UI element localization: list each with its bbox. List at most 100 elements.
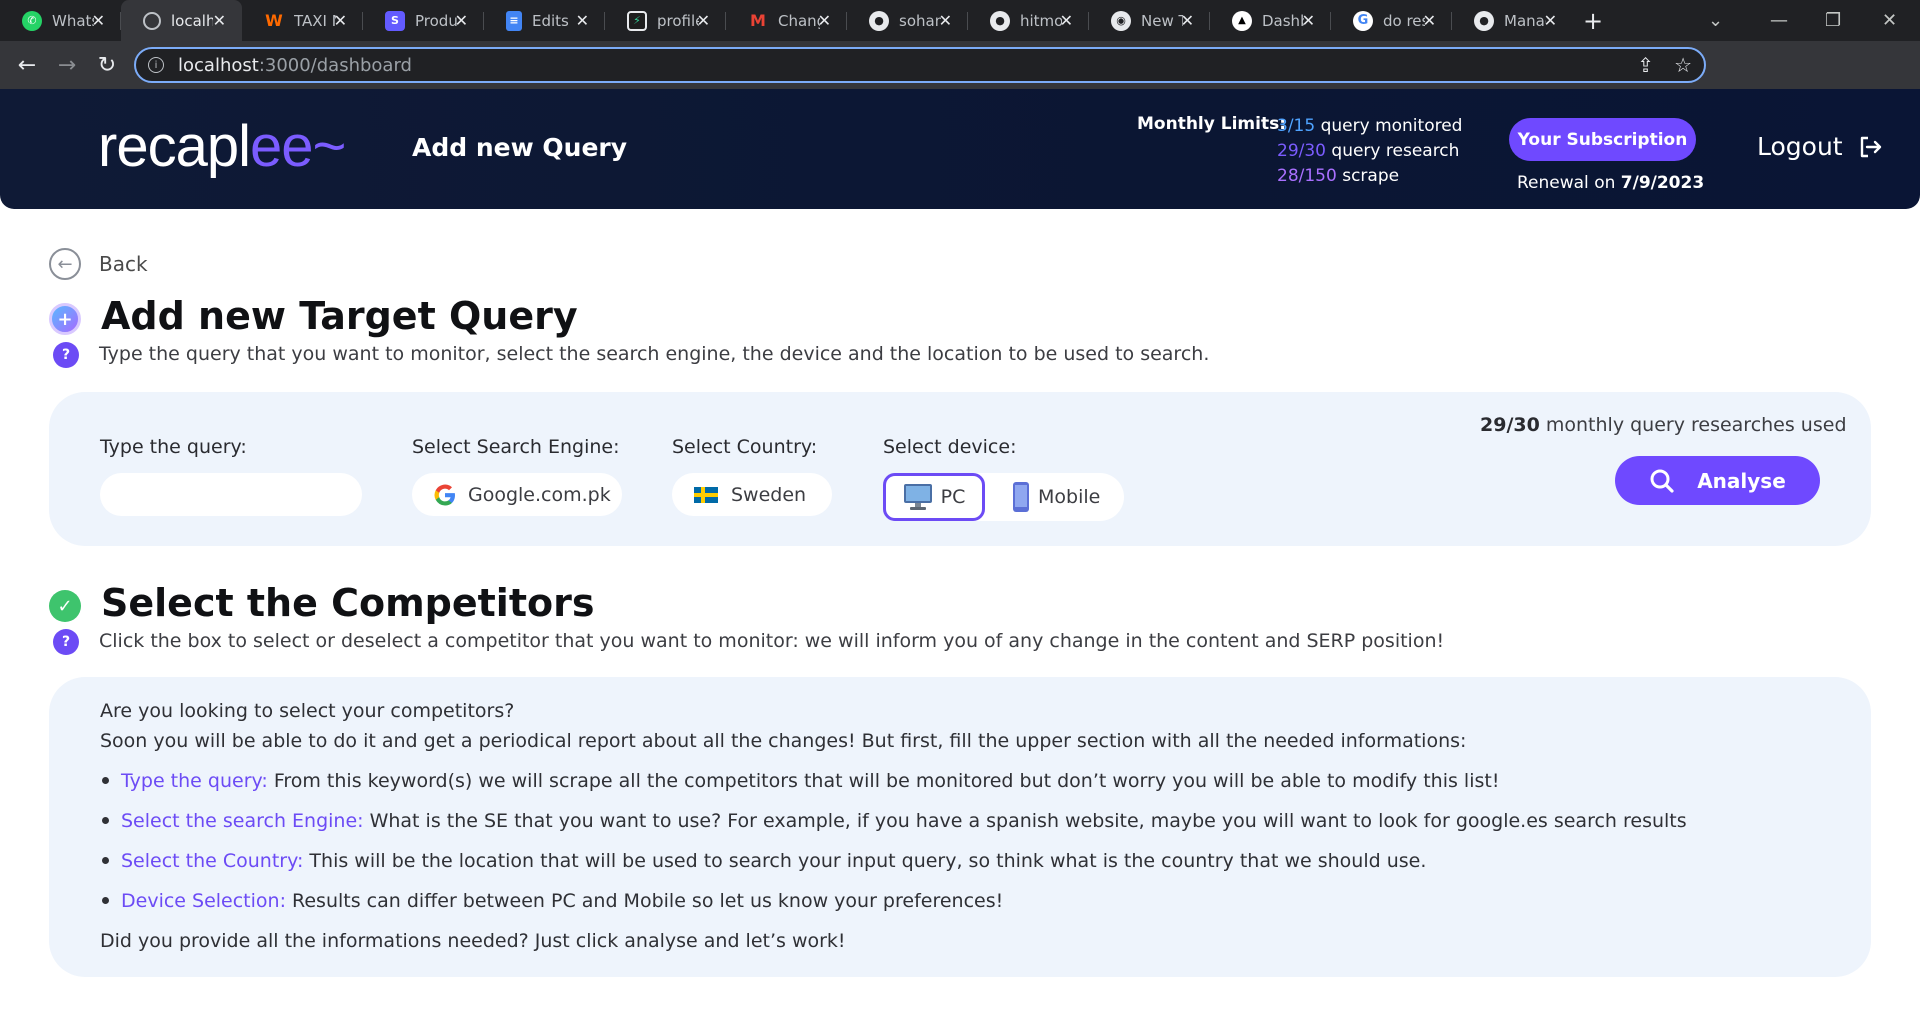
site-info-icon[interactable]: i [148, 57, 164, 73]
search-icon [1650, 469, 1674, 493]
vercel-icon: ▲ [1232, 10, 1252, 31]
device-label: Select device: [883, 436, 1017, 458]
tab-title: TAXI Nearby [294, 11, 336, 30]
browser-tab[interactable]: ● hitmon ✕ [968, 0, 1089, 41]
device-mobile-option[interactable]: Mobile [1012, 473, 1122, 521]
close-icon[interactable]: ✕ [697, 11, 710, 30]
info-intro-2: Soon you will be able to do it and get a… [100, 730, 1467, 752]
gmail-icon: M [750, 11, 766, 30]
close-icon[interactable]: ✕ [1423, 11, 1436, 30]
reload-icon[interactable]: ↻ [87, 45, 127, 85]
url-path: :3000/dashboard [258, 54, 412, 76]
bullet-link[interactable]: Select the search Engine: [121, 810, 364, 832]
engine-value: Google.com.pk [468, 483, 611, 506]
country-select[interactable]: Sweden [672, 473, 832, 516]
tab-title: Dashboard [1262, 11, 1304, 30]
window-close-icon[interactable]: ✕ [1882, 0, 1897, 41]
browser-tab[interactable]: G do research ✕ [1331, 0, 1452, 41]
close-icon[interactable]: ✕ [213, 11, 226, 30]
close-icon[interactable]: ✕ [576, 11, 589, 30]
subscription-button[interactable]: Your Subscription [1509, 118, 1696, 161]
tab-title: Products [415, 11, 457, 30]
browser-tab[interactable]: ▲ Dashboard ✕ [1210, 0, 1331, 41]
tab-title: New Tab [1141, 11, 1183, 30]
minimize-icon[interactable]: — [1770, 0, 1788, 41]
github-icon: ● [1474, 10, 1494, 31]
bullet-link[interactable]: Type the query: [121, 770, 268, 792]
help-icon[interactable]: ? [53, 342, 79, 368]
close-icon[interactable]: ✕ [818, 11, 831, 30]
bullet-link[interactable]: Select the Country: [121, 850, 303, 872]
search-engine-select[interactable]: Google.com.pk [412, 473, 622, 516]
query-input[interactable] [100, 473, 362, 516]
logo-text: recapl [98, 114, 251, 179]
monthly-limits: 3/15 query monitored 29/30 query researc… [1277, 114, 1462, 189]
app-header: recaplee~ Add new Query Monthly Limits: … [0, 89, 1920, 209]
limit-row: 28/150 scrape [1277, 166, 1400, 186]
country-value: Sweden [731, 483, 807, 506]
browser-tab[interactable]: S Products ✕ [363, 0, 484, 41]
activity-icon: ⚡ [627, 10, 647, 31]
back-arrow-icon: ← [49, 248, 81, 280]
info-intro-1: Are you looking to select your competito… [100, 700, 515, 722]
address-bar[interactable]: i localhost:3000/dashboard ⇪ ☆ [134, 47, 1706, 83]
new-tab-button[interactable]: + [1573, 0, 1613, 41]
close-icon[interactable]: ✕ [455, 11, 468, 30]
target-query-subtitle: Type the query that you want to monitor,… [99, 343, 1210, 365]
share-icon[interactable]: ⇪ [1637, 53, 1654, 77]
bullet-link[interactable]: Device Selection: [121, 890, 286, 912]
browser-tabstrip: ✆ WhatsApp ✕ localhost ✕ W TAXI Nearby ✕… [0, 0, 1920, 41]
close-icon[interactable]: ✕ [92, 11, 105, 30]
close-icon[interactable]: ✕ [1181, 11, 1194, 30]
whatsapp-icon: ✆ [22, 10, 42, 31]
renewal-text: Renewal on 7/9/2023 [1517, 173, 1705, 193]
device-pc-option[interactable]: PC [883, 473, 985, 521]
google-icon: G [1353, 10, 1373, 31]
browser-tab[interactable]: ✆ WhatsApp ✕ [0, 0, 121, 41]
close-icon[interactable]: ✕ [1544, 11, 1557, 30]
browser-tab[interactable]: ◉ New Tab ✕ [1089, 0, 1210, 41]
docs-icon: ≡ [506, 10, 522, 31]
browser-tab[interactable]: W TAXI Nearby ✕ [242, 0, 363, 41]
browser-tab[interactable]: ● soham ✕ [847, 0, 968, 41]
close-icon[interactable]: ✕ [939, 11, 952, 30]
competitors-subtitle: Click the box to select or deselect a co… [99, 630, 1445, 652]
browser-tab[interactable]: M Change ✕ [726, 0, 847, 41]
header-title: Add new Query [412, 133, 628, 162]
help-icon[interactable]: ? [53, 629, 79, 655]
analyse-button[interactable]: Analyse [1615, 456, 1820, 505]
tab-title: WhatsApp [52, 11, 94, 30]
browser-tab-active[interactable]: localhost ✕ [121, 0, 242, 41]
device-mobile-label: Mobile [1038, 486, 1101, 508]
list-item: Select the search Engine: What is the SE… [100, 810, 1687, 832]
google-icon [434, 484, 455, 505]
tab-search-icon[interactable]: ⌄ [1708, 0, 1723, 41]
restore-icon[interactable]: ❐ [1825, 0, 1841, 41]
tab-title: Edits [532, 11, 569, 30]
bookmark-star-icon[interactable]: ☆ [1674, 53, 1692, 77]
close-icon[interactable]: ✕ [1302, 11, 1315, 30]
list-item: Type the query: From this keyword(s) we … [100, 770, 1499, 792]
browser-tab[interactable]: ≡ Edits ✕ [484, 0, 605, 41]
device-toggle: PC Mobile [883, 473, 1124, 521]
browser-tab[interactable]: ⚡ profile ✕ [605, 0, 726, 41]
globe-icon [143, 11, 161, 30]
list-item: Device Selection: Results can differ bet… [100, 890, 1003, 912]
logo-accent: ee [249, 114, 314, 179]
analyse-label: Analyse [1697, 468, 1786, 493]
back-link[interactable]: ← Back [49, 248, 148, 280]
competitors-title: Select the Competitors [101, 581, 595, 625]
logout-button[interactable]: Logout [1757, 132, 1883, 161]
list-item: Select the Country: This will be the loc… [100, 850, 1426, 872]
browser-tab[interactable]: ● Manage ✕ [1452, 0, 1573, 41]
tab-title: Change [778, 11, 820, 30]
close-icon[interactable]: ✕ [1060, 11, 1073, 30]
tab-title: profile [657, 11, 699, 30]
back-arrow-icon[interactable]: ← [7, 45, 47, 85]
check-circle-icon: ✓ [49, 590, 81, 622]
engine-label: Select Search Engine: [412, 436, 620, 458]
limit-row: 29/30 query research [1277, 141, 1460, 161]
close-icon[interactable]: ✕ [334, 11, 347, 30]
forward-arrow-icon[interactable]: → [47, 45, 87, 85]
recaplee-logo[interactable]: recaplee~ [98, 113, 346, 180]
